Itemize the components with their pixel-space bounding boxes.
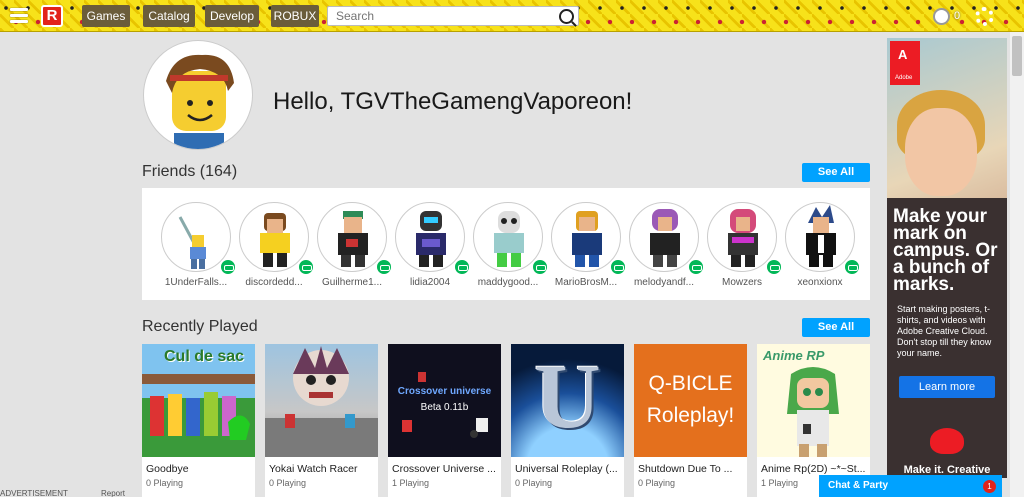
- game-player-count: 0 Playing: [269, 478, 307, 488]
- friend-name: maddygood...: [477, 277, 539, 288]
- online-status-icon: [375, 258, 393, 276]
- game-title: Goodbye: [146, 463, 189, 475]
- page-scrollbar[interactable]: [1010, 32, 1024, 497]
- online-status-icon: [453, 258, 471, 276]
- game-thumbnail: Crossover universe Beta 0.11b: [388, 344, 501, 457]
- friend-item[interactable]: lidia2004: [392, 202, 471, 288]
- search-icon[interactable]: [559, 9, 574, 24]
- friend-name: 1UnderFalls...: [164, 277, 228, 288]
- ad-copy: Start making posters, t-shirts, and vide…: [897, 304, 992, 358]
- friend-item[interactable]: xeonxionx: [782, 202, 861, 288]
- recently-played-title: Recently Played: [142, 318, 258, 335]
- advertisement-label: ADVERTISEMENT: [0, 489, 68, 497]
- advertisement-banner[interactable]: A Adobe Make your mark on campus. Or a b…: [887, 38, 1007, 478]
- recently-played-see-all-button[interactable]: See All: [802, 318, 870, 337]
- user-avatar[interactable]: [143, 40, 253, 150]
- friend-name: Mowzers: [721, 277, 762, 288]
- online-status-icon: [687, 258, 705, 276]
- nav-catalog[interactable]: Catalog: [143, 5, 195, 27]
- game-card[interactable]: Cul de sac Goodbye 0 Playing: [142, 344, 255, 497]
- friend-name: discordedd...: [245, 277, 303, 288]
- ad-headline: Make your mark on campus. Or a bunch of …: [893, 206, 998, 295]
- avatar-head-icon: [166, 54, 234, 149]
- online-status-icon: [609, 258, 627, 276]
- thumbnail-art-icon: [402, 372, 488, 438]
- friend-name: MarioBrosM...: [554, 277, 618, 288]
- online-status-icon: [765, 258, 783, 276]
- game-card[interactable]: Crossover universe Beta 0.11b Crossover …: [388, 344, 501, 497]
- friend-name: lidia2004: [409, 277, 451, 288]
- game-player-count: 0 Playing: [515, 478, 553, 488]
- thumbnail-subtitle: Roleplay!: [646, 404, 735, 427]
- chat-party-bar[interactable]: Chat & Party 1: [819, 475, 1002, 497]
- friend-name: melodyandf...: [633, 277, 695, 288]
- game-title: Universal Roleplay (...: [515, 463, 618, 475]
- friends-list: 1UnderFalls... discordedd... Guilherme1.…: [142, 188, 870, 300]
- chat-notification-badge: 1: [983, 480, 996, 493]
- friend-item[interactable]: MarioBrosM...: [548, 202, 627, 288]
- greeting-heading: Hello, TGVTheGamengVaporeon!: [273, 88, 633, 115]
- friends-title: Friends (164): [142, 163, 238, 180]
- chat-party-label: Chat & Party: [828, 480, 889, 491]
- friend-item[interactable]: melodyandf...: [626, 202, 705, 288]
- game-thumbnail: U: [511, 344, 624, 457]
- thumbnail-art-icon: [142, 374, 255, 440]
- gear-icon[interactable]: [975, 7, 994, 26]
- ad-learn-more-button[interactable]: Learn more: [899, 376, 995, 398]
- friend-item[interactable]: Mowzers: [704, 202, 783, 288]
- online-status-icon: [531, 258, 549, 276]
- creative-cloud-icon: [930, 428, 964, 454]
- friend-item[interactable]: discordedd...: [236, 202, 315, 288]
- friends-see-all-button[interactable]: See All: [802, 163, 870, 182]
- thumbnail-title: U: [534, 345, 601, 447]
- online-status-icon: [219, 258, 237, 276]
- robux-icon[interactable]: [933, 8, 950, 25]
- game-thumbnail: Cul de sac: [142, 344, 255, 457]
- game-card[interactable]: Q-BICLE Roleplay! Shutdown Due To ... 0 …: [634, 344, 747, 497]
- menu-icon[interactable]: [10, 8, 28, 24]
- game-thumbnail: [265, 344, 378, 457]
- report-ad-link[interactable]: Report: [101, 489, 125, 497]
- adobe-logo: A Adobe: [890, 41, 920, 85]
- scrollbar-thumb[interactable]: [1012, 36, 1022, 76]
- search-box: [327, 6, 579, 26]
- game-player-count: 0 Playing: [146, 478, 184, 488]
- game-title: Crossover Universe ...: [392, 463, 496, 475]
- search-input[interactable]: [328, 7, 548, 25]
- friend-name: xeonxionx: [797, 277, 843, 288]
- ad-photo-face: [905, 108, 977, 196]
- top-nav-bar: R Games Catalog Develop ROBUX 0: [0, 0, 1024, 32]
- robux-count: 0: [954, 10, 961, 22]
- thumbnail-title: Q-BICLE: [648, 372, 733, 395]
- game-player-count: 0 Playing: [638, 478, 676, 488]
- friend-item[interactable]: Guilherme1...: [314, 202, 393, 288]
- online-status-icon: [297, 258, 315, 276]
- friend-item[interactable]: 1UnderFalls...: [158, 202, 237, 288]
- nav-games[interactable]: Games: [82, 5, 130, 27]
- nav-develop[interactable]: Develop: [205, 5, 259, 27]
- game-card[interactable]: Yokai Watch Racer 0 Playing: [265, 344, 378, 497]
- game-card[interactable]: U Universal Roleplay (... 0 Playing: [511, 344, 624, 497]
- game-thumbnail: Anime RP: [757, 344, 870, 457]
- game-thumbnail: Q-BICLE Roleplay!: [634, 344, 747, 457]
- roblox-logo[interactable]: R: [41, 5, 63, 27]
- nav-robux[interactable]: ROBUX: [271, 5, 319, 27]
- friend-item[interactable]: maddygood...: [470, 202, 549, 288]
- game-player-count: 1 Playing: [392, 478, 430, 488]
- adobe-mark-icon: A: [898, 47, 908, 62]
- thumbnail-art-icon: [787, 367, 839, 457]
- adobe-brand-text: Adobe: [895, 75, 913, 81]
- game-title: Anime Rp(2D) ~*~St...: [761, 463, 866, 475]
- game-title: Yokai Watch Racer: [269, 463, 358, 475]
- friend-name: Guilherme1...: [321, 277, 383, 288]
- game-title: Shutdown Due To ...: [638, 463, 733, 475]
- thumbnail-art-icon: [265, 346, 378, 457]
- online-status-icon: [843, 258, 861, 276]
